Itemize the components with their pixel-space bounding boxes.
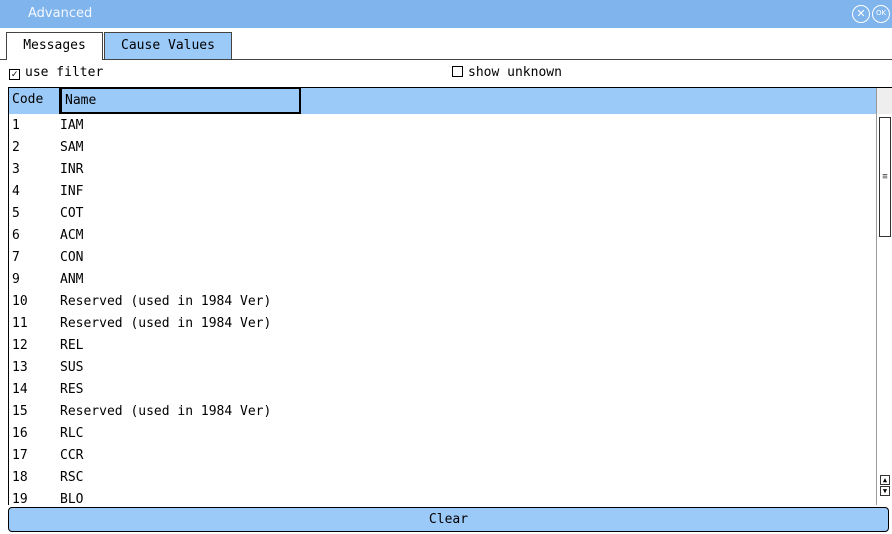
tab-messages[interactable]: Messages [6,32,103,60]
table-row[interactable]: 16 RLC [9,423,876,445]
cell-code: 1 [12,118,20,133]
scrollbar-thumb[interactable]: ≡ [879,117,891,237]
cell-code: 2 [12,140,20,155]
cell-code: 7 [12,250,20,265]
tab-cause-values[interactable]: Cause Values [104,32,232,60]
cell-name: RLC [60,426,84,441]
cell-code: 9 [12,272,20,287]
cell-name: CCR [60,448,84,463]
cell-code: 12 [12,338,28,353]
scroll-down-icon[interactable]: ▼ [880,486,890,496]
table-row[interactable]: 2 SAM [9,137,876,159]
vertical-scrollbar[interactable]: ≡ ▲ ▼ [876,88,892,505]
cell-name: RSC [60,470,84,485]
cell-name: Reserved (used in 1984 Ver) [60,294,272,309]
table-row[interactable]: 12 REL [9,335,876,357]
table-row[interactable]: 17 CCR [9,445,876,467]
table-body: 1 IAM 2 SAM 3 INR 4 INF 5 COT 6 ACM 7 CON 9 ANM 10 Reserv… [9,115,876,505]
checkbox-unchecked-icon [452,66,463,77]
cell-name: RES [60,382,84,397]
clear-button[interactable]: Clear [8,507,889,532]
cell-name: Reserved (used in 1984 Ver) [60,404,272,419]
message-table: Code Name 1 IAM 2 SAM 3 INR 4 INF 5 COT 6 ACM 7 CON 9 A… [8,87,892,505]
cell-name: CON [60,250,84,265]
cell-code: 13 [12,360,28,375]
table-row[interactable]: 5 COT [9,203,876,225]
cell-code: 14 [12,382,28,397]
cell-code: 18 [12,470,28,485]
show-unknown-label: show unknown [468,65,562,80]
table-row[interactable]: 11 Reserved (used in 1984 Ver) [9,313,876,335]
cell-name: SAM [60,140,84,155]
tab-divider [0,59,892,60]
tab-bar: Messages Cause Values [0,28,892,60]
table-row[interactable]: 19 BLO [9,489,876,505]
ok-icon[interactable]: OK [872,5,890,23]
cell-code: 19 [12,492,28,505]
window-title: Advanced [28,6,93,21]
scroll-up-icon[interactable]: ▲ [880,475,890,485]
cell-name: Reserved (used in 1984 Ver) [60,316,272,331]
cell-code: 6 [12,228,20,243]
table-row[interactable]: 14 RES [9,379,876,401]
table-row[interactable]: 9 ANM [9,269,876,291]
checkbox-checked-icon: ✓ [9,69,20,80]
cell-name: IAM [60,118,84,133]
table-header: Code Name [9,88,876,114]
table-row[interactable]: 6 ACM [9,225,876,247]
use-filter-label: use filter [25,65,104,80]
cell-name: INF [60,184,84,199]
cell-name: BLO [60,492,84,505]
cell-name: ANM [60,272,84,287]
cell-code: 17 [12,448,28,463]
table-row[interactable]: 18 RSC [9,467,876,489]
close-icon[interactable]: ✕ [852,5,870,23]
title-bar: Advanced ✕ OK [0,0,892,28]
cell-code: 15 [12,404,28,419]
table-row[interactable]: 13 SUS [9,357,876,379]
cell-code: 10 [12,294,28,309]
show-unknown-checkbox[interactable]: show unknown [452,65,562,83]
cell-code: 3 [12,162,20,177]
cell-code: 16 [12,426,28,441]
column-header-code[interactable]: Code [9,88,60,114]
table-row[interactable]: 3 INR [9,159,876,181]
cell-name: SUS [60,360,84,375]
column-header-name[interactable]: Name [60,88,301,114]
table-row[interactable]: 1 IAM [9,115,876,137]
cell-code: 5 [12,206,20,221]
cell-code: 4 [12,184,20,199]
cell-name: INR [60,162,84,177]
table-row[interactable]: 10 Reserved (used in 1984 Ver) [9,291,876,313]
cell-name: COT [60,206,84,221]
cell-name: ACM [60,228,84,243]
use-filter-checkbox[interactable]: ✓ use filter [9,65,103,83]
cell-name: REL [60,338,84,353]
table-row[interactable]: 15 Reserved (used in 1984 Ver) [9,401,876,423]
cell-code: 11 [12,316,28,331]
table-row[interactable]: 4 INF [9,181,876,203]
table-row[interactable]: 7 CON [9,247,876,269]
